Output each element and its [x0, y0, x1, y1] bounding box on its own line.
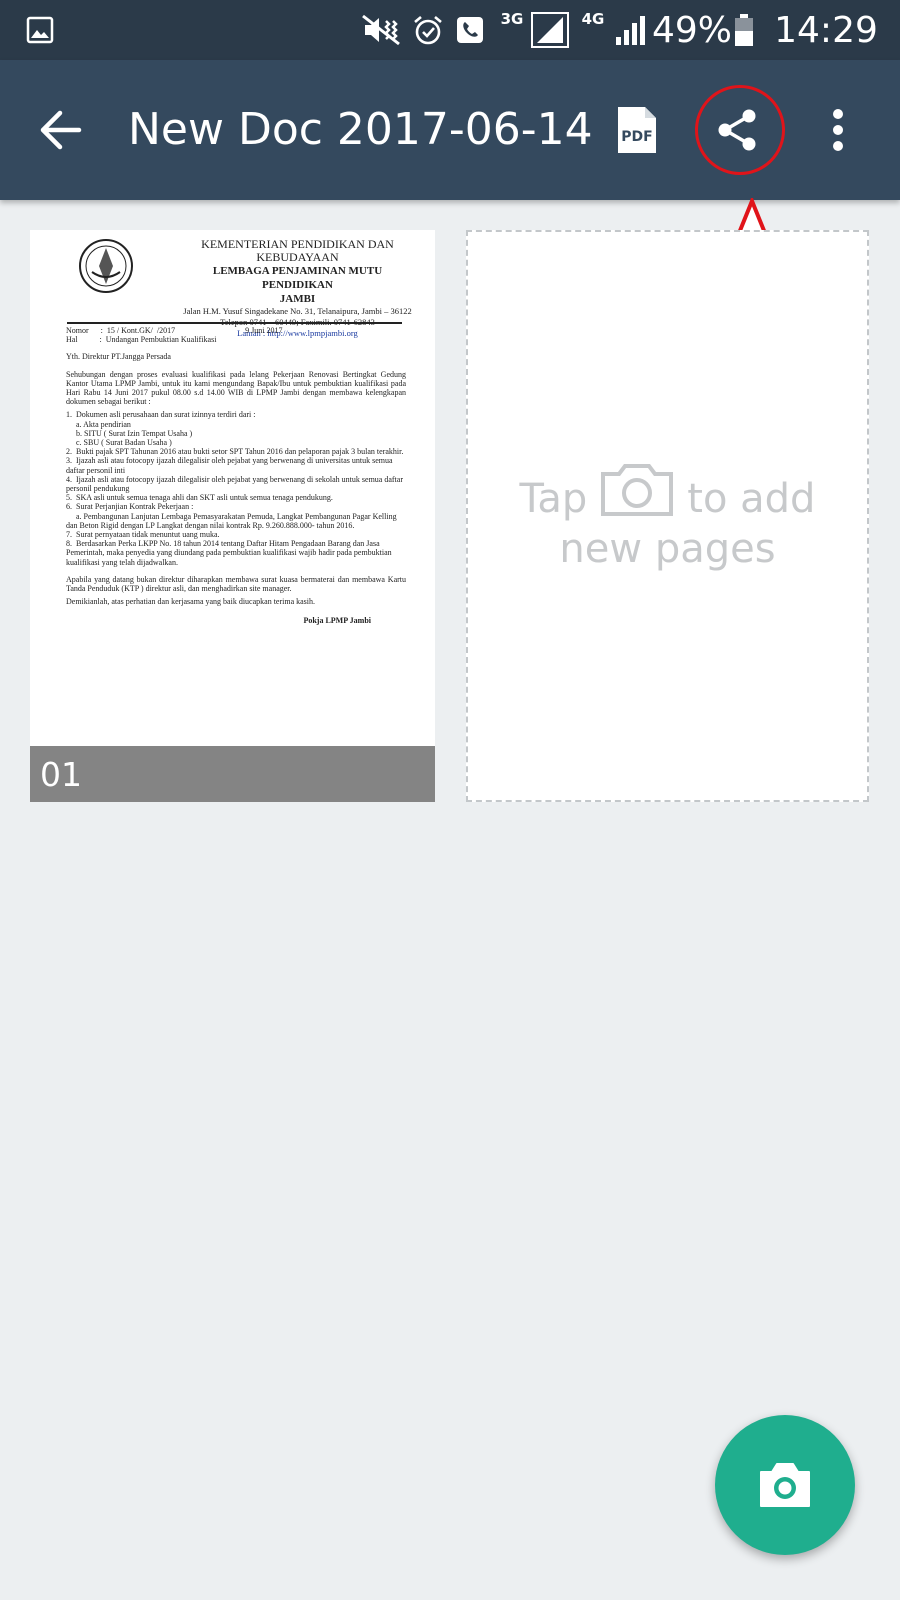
page-number: 01 — [40, 755, 82, 794]
letter-list-item: 5. SKA asli untuk semua tenaga ahli dan … — [66, 493, 333, 503]
annotation-circle — [695, 85, 785, 175]
letter-list-item: c. SBU ( Surat Badan Usaha ) — [66, 438, 172, 448]
letter-list-item: 8. Berdasarkan Perka LKPP No. 18 tahun 2… — [66, 539, 394, 567]
network-3g-label: 3G — [500, 10, 524, 28]
letter-list-item: 1. Dokumen asli perusahaan dan surat izi… — [66, 410, 256, 420]
battery-percent: 49% — [652, 9, 733, 51]
letter-intro: Sehubungan dengan proses evaluasi kualif… — [66, 369, 406, 407]
gallery-icon — [22, 0, 58, 60]
add-page-hint-text: new pages — [559, 526, 776, 572]
pdf-label: PDF — [621, 129, 652, 145]
more-vert-icon — [833, 109, 843, 151]
camera-icon — [601, 464, 674, 516]
scanned-document: KEMENTERIAN PENDIDIKAN DAN KEBUDAYAAN LE… — [30, 230, 435, 802]
back-button[interactable] — [20, 90, 100, 170]
status-bar: 3G 4G 49% 14:29 — [0, 0, 900, 60]
add-page-hint-text: Tap — [519, 476, 588, 522]
battery-icon — [731, 0, 757, 60]
institution-logo — [79, 239, 133, 293]
letter-body: Nomor : 15 / Kont.GK/ /2017 9 Juni 2017 … — [66, 326, 406, 630]
letter-list-item: a. Pembangunan Lanjutan Lembaga Pemasyar… — [66, 511, 399, 530]
add-page-card[interactable]: Tap to add new pages — [466, 230, 869, 802]
signal-icon — [612, 0, 652, 60]
letter-closing: Demikianlah, atas perhatian dan kerjasam… — [66, 597, 316, 607]
letter-list-item: 3. Ijazah asli atau fotocopy ijazah dile… — [66, 456, 395, 475]
page-thumbnail[interactable]: KEMENTERIAN PENDIDIKAN DAN KEBUDAYAAN LE… — [30, 230, 435, 802]
letter-subject: Hal : Undangan Pembuktian Kualifikasi — [66, 335, 217, 345]
add-page-hint-text: to add — [687, 476, 816, 522]
letterhead-line: KEBUDAYAAN — [256, 250, 339, 264]
letter-list-item: 4. Ijazah asli atau fotocopy ijazah dile… — [66, 474, 405, 494]
pdf-icon: PDF — [618, 107, 656, 153]
letterhead-divider — [67, 322, 402, 324]
letterhead-address: Jalan H.M. Yusuf Singadekane No. 31, Tel… — [183, 306, 412, 316]
more-options-button[interactable] — [798, 90, 878, 170]
letterhead-line: JAMBI — [279, 293, 316, 305]
back-arrow-icon — [40, 110, 82, 150]
camera-icon — [760, 1463, 810, 1507]
letter-list-item: a. Akta pendirian — [66, 419, 131, 429]
letter-salutation: Yth. Direktur PT.Jangga Persada — [66, 352, 171, 362]
call-icon — [452, 0, 488, 60]
signal-icon — [530, 0, 570, 60]
letter-list-item: 2. Bukti pajak SPT Tahunan 2016 atau buk… — [66, 447, 404, 457]
network-4g-label: 4G — [581, 10, 605, 28]
page-label-bar: 01 — [30, 746, 435, 802]
add-page-hint: Tap to add new pages — [468, 462, 867, 574]
letter-list-item: 6. Surat Perjanjian Kontrak Pekerjaan : — [66, 502, 194, 512]
letter-list-item: b. SITU ( Surat Izin Tempat Usaha ) — [66, 428, 193, 438]
camera-fab-button[interactable] — [715, 1415, 855, 1555]
letter-closing: Apabila yang datang bukan direktur dihar… — [66, 574, 406, 594]
letter-signature: Pokja LPMP Jambi — [303, 616, 371, 626]
letter-list-item: 7. Surat pernyataan tidak menuntut uang … — [66, 530, 220, 540]
document-title: New Doc 2017-06-14 — [128, 104, 593, 155]
letter-number: Nomor : 15 / Kont.GK/ /2017 9 Juni 2017 — [66, 326, 283, 335]
alarm-icon — [410, 0, 446, 60]
status-time: 14:29 — [774, 9, 878, 51]
mute-vibrate-icon — [358, 0, 404, 60]
pdf-button[interactable]: PDF — [597, 90, 677, 170]
letterhead-line: LEMBAGA PENJAMINAN MUTU PENDIDIKAN — [212, 265, 383, 291]
